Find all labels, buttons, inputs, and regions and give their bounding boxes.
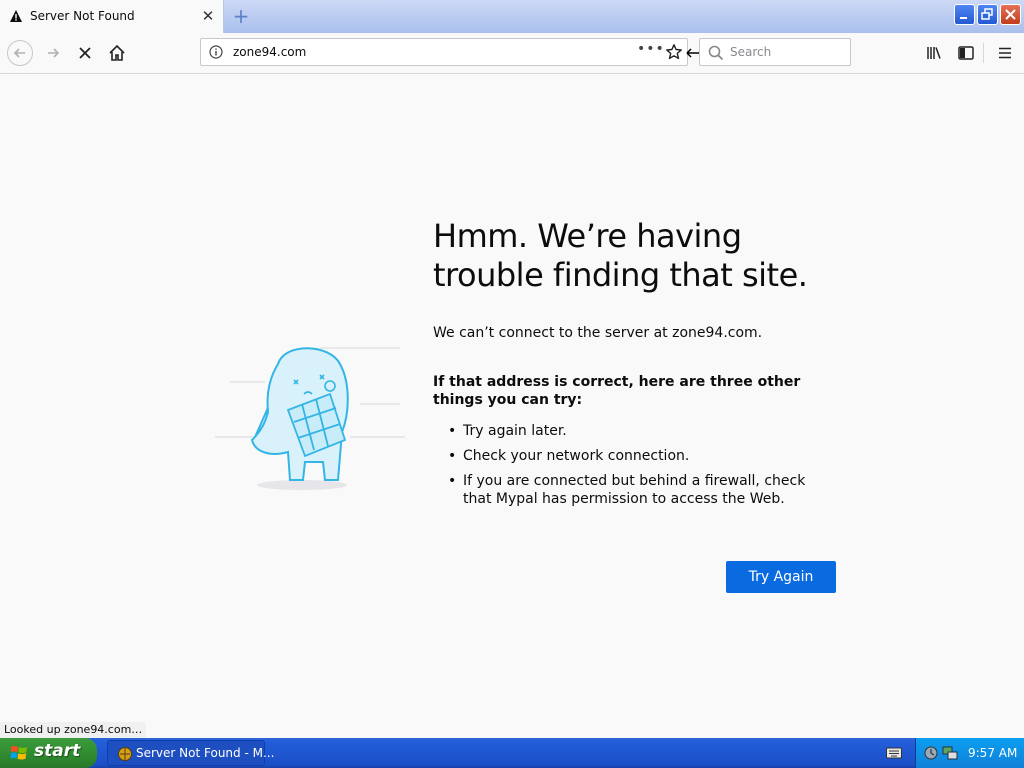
system-tray: 9:57 AM — [915, 738, 1024, 768]
start-label: start — [34, 741, 81, 761]
sidebar-icon — [958, 46, 974, 60]
tray-icon[interactable] — [923, 745, 939, 761]
stop-button[interactable] — [73, 41, 97, 65]
tab-title: Server Not Found — [30, 9, 135, 23]
minimize-icon — [960, 17, 967, 19]
home-icon — [109, 44, 125, 61]
error-illustration — [215, 347, 405, 490]
plus-icon[interactable]: + — [228, 4, 254, 28]
error-title: Hmm. We’re having trouble finding that s… — [433, 217, 808, 294]
library-icon — [927, 47, 941, 59]
search-input[interactable] — [730, 39, 840, 65]
search-bar[interactable] — [699, 38, 851, 66]
suggestion-item: Try again later. — [433, 422, 833, 440]
browser-app-icon — [118, 747, 132, 761]
clock: 9:57 AM — [968, 746, 1018, 760]
keyboard-icon[interactable] — [886, 746, 902, 760]
taskbar-item-label: Server Not Found - M... — [136, 746, 275, 760]
suggestion-item: If you are connected but behind a firewa… — [433, 472, 833, 508]
menu-icon — [999, 47, 1011, 59]
taskbar: start Server Not Found - M... 9:57 AM — [0, 738, 1024, 768]
suggestion-item: Check your network connection. — [433, 447, 833, 465]
page-content: Hmm. We’re having trouble finding that s… — [0, 74, 1024, 722]
taskbar-item-browser[interactable]: Server Not Found - M... — [107, 740, 274, 766]
close-window-icon — [1005, 9, 1016, 20]
error-description: We can’t connect to the server at zone94… — [433, 325, 763, 341]
restore-button[interactable] — [977, 4, 998, 25]
toolbar-separator — [983, 43, 984, 63]
sidebar-button[interactable] — [954, 41, 978, 65]
url-text[interactable]: zone94.com — [233, 45, 306, 59]
status-text: Looked up zone94.com… — [0, 722, 147, 738]
tray-network-icon[interactable] — [942, 745, 958, 761]
start-button[interactable]: start — [0, 738, 97, 768]
stop-icon — [79, 47, 91, 59]
search-icon — [708, 45, 724, 61]
forward-button[interactable] — [41, 41, 65, 65]
close-icon[interactable]: ✕ — [199, 6, 217, 26]
menu-button[interactable] — [993, 41, 1017, 65]
windows-logo-icon — [10, 746, 27, 760]
forward-icon — [48, 48, 60, 58]
more-icon[interactable]: ••• — [637, 41, 665, 57]
title-bar: Server Not Found ✕ + — [0, 0, 1024, 33]
error-hint: If that address is correct, here are thr… — [433, 374, 801, 408]
navigation-toolbar: zone94.com ••• — [0, 33, 1024, 74]
try-again-button[interactable]: Try Again — [726, 561, 836, 593]
restore-icon — [981, 8, 993, 20]
back-icon — [13, 48, 25, 58]
home-button[interactable] — [105, 41, 129, 65]
info-icon[interactable] — [209, 45, 223, 59]
url-bar[interactable]: zone94.com ••• — [200, 38, 688, 66]
tab-server-not-found[interactable]: Server Not Found ✕ — [0, 0, 224, 33]
warning-icon — [10, 10, 22, 22]
back-button[interactable] — [7, 40, 33, 66]
close-window-button[interactable] — [1000, 4, 1021, 25]
suggestion-list: Try again later. Check your network conn… — [433, 422, 833, 515]
minimize-button[interactable] — [954, 4, 975, 25]
library-button[interactable] — [922, 41, 946, 65]
star-icon[interactable] — [665, 43, 683, 61]
